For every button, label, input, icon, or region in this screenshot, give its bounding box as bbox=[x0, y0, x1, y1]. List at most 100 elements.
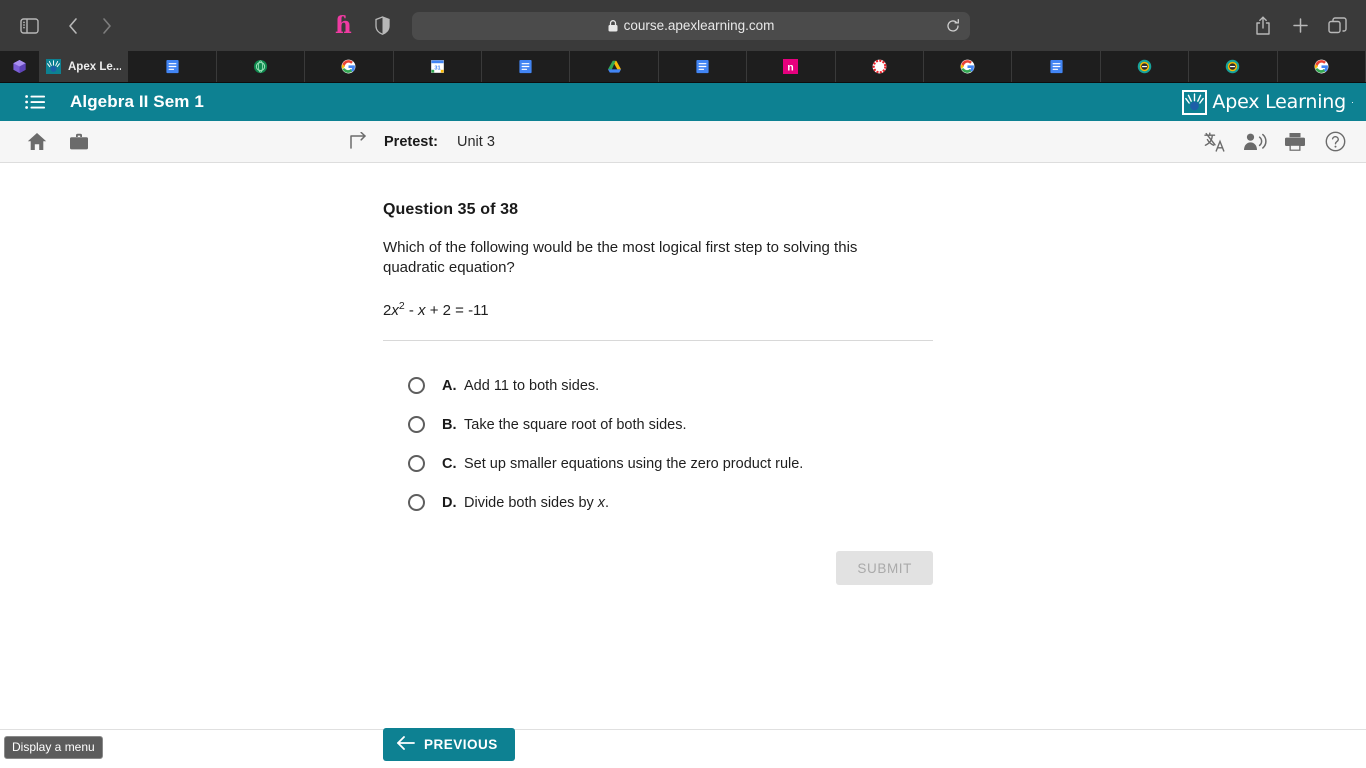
radio-button-b[interactable] bbox=[408, 416, 425, 433]
back-arrow-icon[interactable] bbox=[58, 11, 88, 41]
generic-app-icon bbox=[13, 59, 26, 74]
print-icon[interactable] bbox=[1282, 129, 1308, 155]
radio-button-c[interactable] bbox=[408, 455, 425, 472]
level-up-arrow-icon[interactable] bbox=[345, 129, 371, 155]
toolbar-left-group bbox=[24, 129, 92, 155]
answer-option-a[interactable]: A. Add 11 to both sides. bbox=[408, 366, 933, 405]
equation-operator: - bbox=[404, 302, 419, 319]
option-text-before: Divide both sides by bbox=[464, 494, 598, 511]
tab-6[interactable] bbox=[482, 51, 571, 82]
tab-apex-learning[interactable]: Apex Le... bbox=[40, 51, 129, 82]
tab-3[interactable] bbox=[217, 51, 306, 82]
activity-unit-label: Unit 3 bbox=[457, 133, 495, 150]
url-bar[interactable]: course.apexlearning.com bbox=[412, 11, 970, 40]
briefcase-icon[interactable] bbox=[66, 129, 92, 155]
tab-15[interactable] bbox=[1278, 51, 1366, 82]
hamburger-menu-icon[interactable] bbox=[24, 91, 46, 113]
equation-tail: + 2 = -11 bbox=[425, 302, 489, 319]
browser-toolbar: ɦ course.apexlearning.com bbox=[0, 0, 1366, 51]
previous-button[interactable]: PREVIOUS bbox=[383, 728, 515, 761]
answer-options-list: A. Add 11 to both sides. B. Take the squ… bbox=[408, 366, 933, 522]
answer-option-d[interactable]: D. Divide both sides by x. bbox=[408, 483, 933, 522]
tab-0[interactable] bbox=[0, 51, 40, 82]
tab-11[interactable] bbox=[924, 51, 1013, 82]
tab-2[interactable] bbox=[128, 51, 217, 82]
colorful-ring-icon bbox=[1226, 59, 1240, 74]
submit-row: SUBMIT bbox=[383, 551, 933, 585]
tooltip: Display a menu bbox=[4, 736, 103, 759]
tab-10[interactable] bbox=[836, 51, 925, 82]
forward-arrow-icon[interactable] bbox=[92, 11, 122, 41]
reload-icon[interactable] bbox=[946, 18, 960, 33]
previous-button-label: PREVIOUS bbox=[424, 737, 498, 752]
breadcrumb: Pretest: Unit 3 bbox=[345, 129, 495, 155]
svg-text:31: 31 bbox=[434, 66, 440, 72]
activity-toolbar: Pretest: Unit 3 bbox=[0, 121, 1366, 163]
honey-extension-icon[interactable]: ɦ bbox=[335, 14, 352, 37]
browser-chrome: ɦ course.apexlearning.com Apex Le... 31 … bbox=[0, 0, 1366, 83]
notion-pink-icon: n bbox=[783, 59, 799, 74]
apex-brand-name: Apex Learning bbox=[1212, 91, 1346, 113]
google-drive-icon bbox=[607, 60, 621, 73]
radio-button-a[interactable] bbox=[408, 377, 425, 394]
equation-var1: x bbox=[391, 302, 399, 319]
equation-var2: x bbox=[418, 302, 426, 319]
app-header: Algebra II Sem 1 Apex Learning · bbox=[0, 83, 1366, 121]
answer-option-c[interactable]: C. Set up smaller equations using the ze… bbox=[408, 444, 933, 483]
read-aloud-icon[interactable] bbox=[1242, 129, 1268, 155]
svg-text:n: n bbox=[788, 62, 794, 73]
page-title: Algebra II Sem 1 bbox=[70, 92, 204, 111]
extension-icons: ɦ bbox=[335, 11, 398, 41]
question-equation: 2x2 - x + 2 = -11 bbox=[383, 300, 933, 319]
option-letter: C. bbox=[442, 455, 457, 472]
option-letter: A. bbox=[442, 377, 457, 394]
submit-button[interactable]: SUBMIT bbox=[836, 551, 933, 585]
plus-icon[interactable] bbox=[1285, 11, 1315, 41]
navigation-footer: PREVIOUS Display a menu bbox=[0, 728, 1366, 768]
google-icon bbox=[341, 59, 356, 74]
help-icon[interactable] bbox=[1322, 129, 1348, 155]
left-arrow-icon bbox=[396, 736, 415, 753]
lock-icon bbox=[608, 19, 618, 32]
tab-4[interactable] bbox=[305, 51, 394, 82]
google-icon bbox=[960, 59, 975, 74]
tab-12[interactable] bbox=[1012, 51, 1101, 82]
apex-trademark: · bbox=[1351, 97, 1354, 107]
answer-option-b[interactable]: B. Take the square root of both sides. bbox=[408, 405, 933, 444]
question-prompt: Which of the following would be the most… bbox=[383, 239, 858, 276]
home-icon[interactable] bbox=[24, 129, 50, 155]
google-docs-icon bbox=[696, 59, 709, 74]
activity-type-label: Pretest: bbox=[384, 133, 438, 150]
question-block: Question 35 of 38 Which of the following… bbox=[383, 201, 933, 585]
toolbar-right-group bbox=[1248, 11, 1352, 41]
tab-14[interactable] bbox=[1189, 51, 1278, 82]
option-text-italic: x bbox=[597, 494, 606, 511]
option-text: Set up smaller equations using the zero … bbox=[464, 455, 804, 472]
tab-7[interactable] bbox=[570, 51, 659, 82]
privacy-shield-icon[interactable] bbox=[368, 11, 398, 41]
option-text: Take the square root of both sides. bbox=[464, 416, 687, 433]
url-text: course.apexlearning.com bbox=[623, 18, 775, 33]
tab-overview-icon[interactable] bbox=[1322, 11, 1352, 41]
content-divider bbox=[383, 340, 933, 341]
tab-13[interactable] bbox=[1101, 51, 1190, 82]
google-calendar-icon: 31 bbox=[430, 60, 444, 73]
tab-strip: Apex Le... 31 n bbox=[0, 51, 1366, 83]
google-docs-icon bbox=[166, 59, 179, 74]
radio-button-d[interactable] bbox=[408, 494, 425, 511]
share-icon[interactable] bbox=[1248, 11, 1278, 41]
apex-torch-icon bbox=[1182, 89, 1208, 115]
apex-learning-logo[interactable]: Apex Learning · bbox=[1182, 89, 1354, 115]
google-docs-icon bbox=[519, 59, 532, 74]
red-circle-icon bbox=[872, 59, 887, 74]
translate-icon[interactable] bbox=[1202, 129, 1228, 155]
toolbar-right-group bbox=[1202, 129, 1348, 155]
sidebar-toggle-icon[interactable] bbox=[14, 11, 44, 41]
option-text: Divide both sides by x. bbox=[464, 495, 609, 511]
tab-9[interactable]: n bbox=[747, 51, 836, 82]
question-content-area: Question 35 of 38 Which of the following… bbox=[0, 163, 1366, 729]
tab-5[interactable]: 31 bbox=[394, 51, 483, 82]
option-text: Add 11 to both sides. bbox=[464, 377, 600, 394]
question-number: Question 35 of 38 bbox=[383, 201, 519, 218]
tab-8[interactable] bbox=[659, 51, 748, 82]
